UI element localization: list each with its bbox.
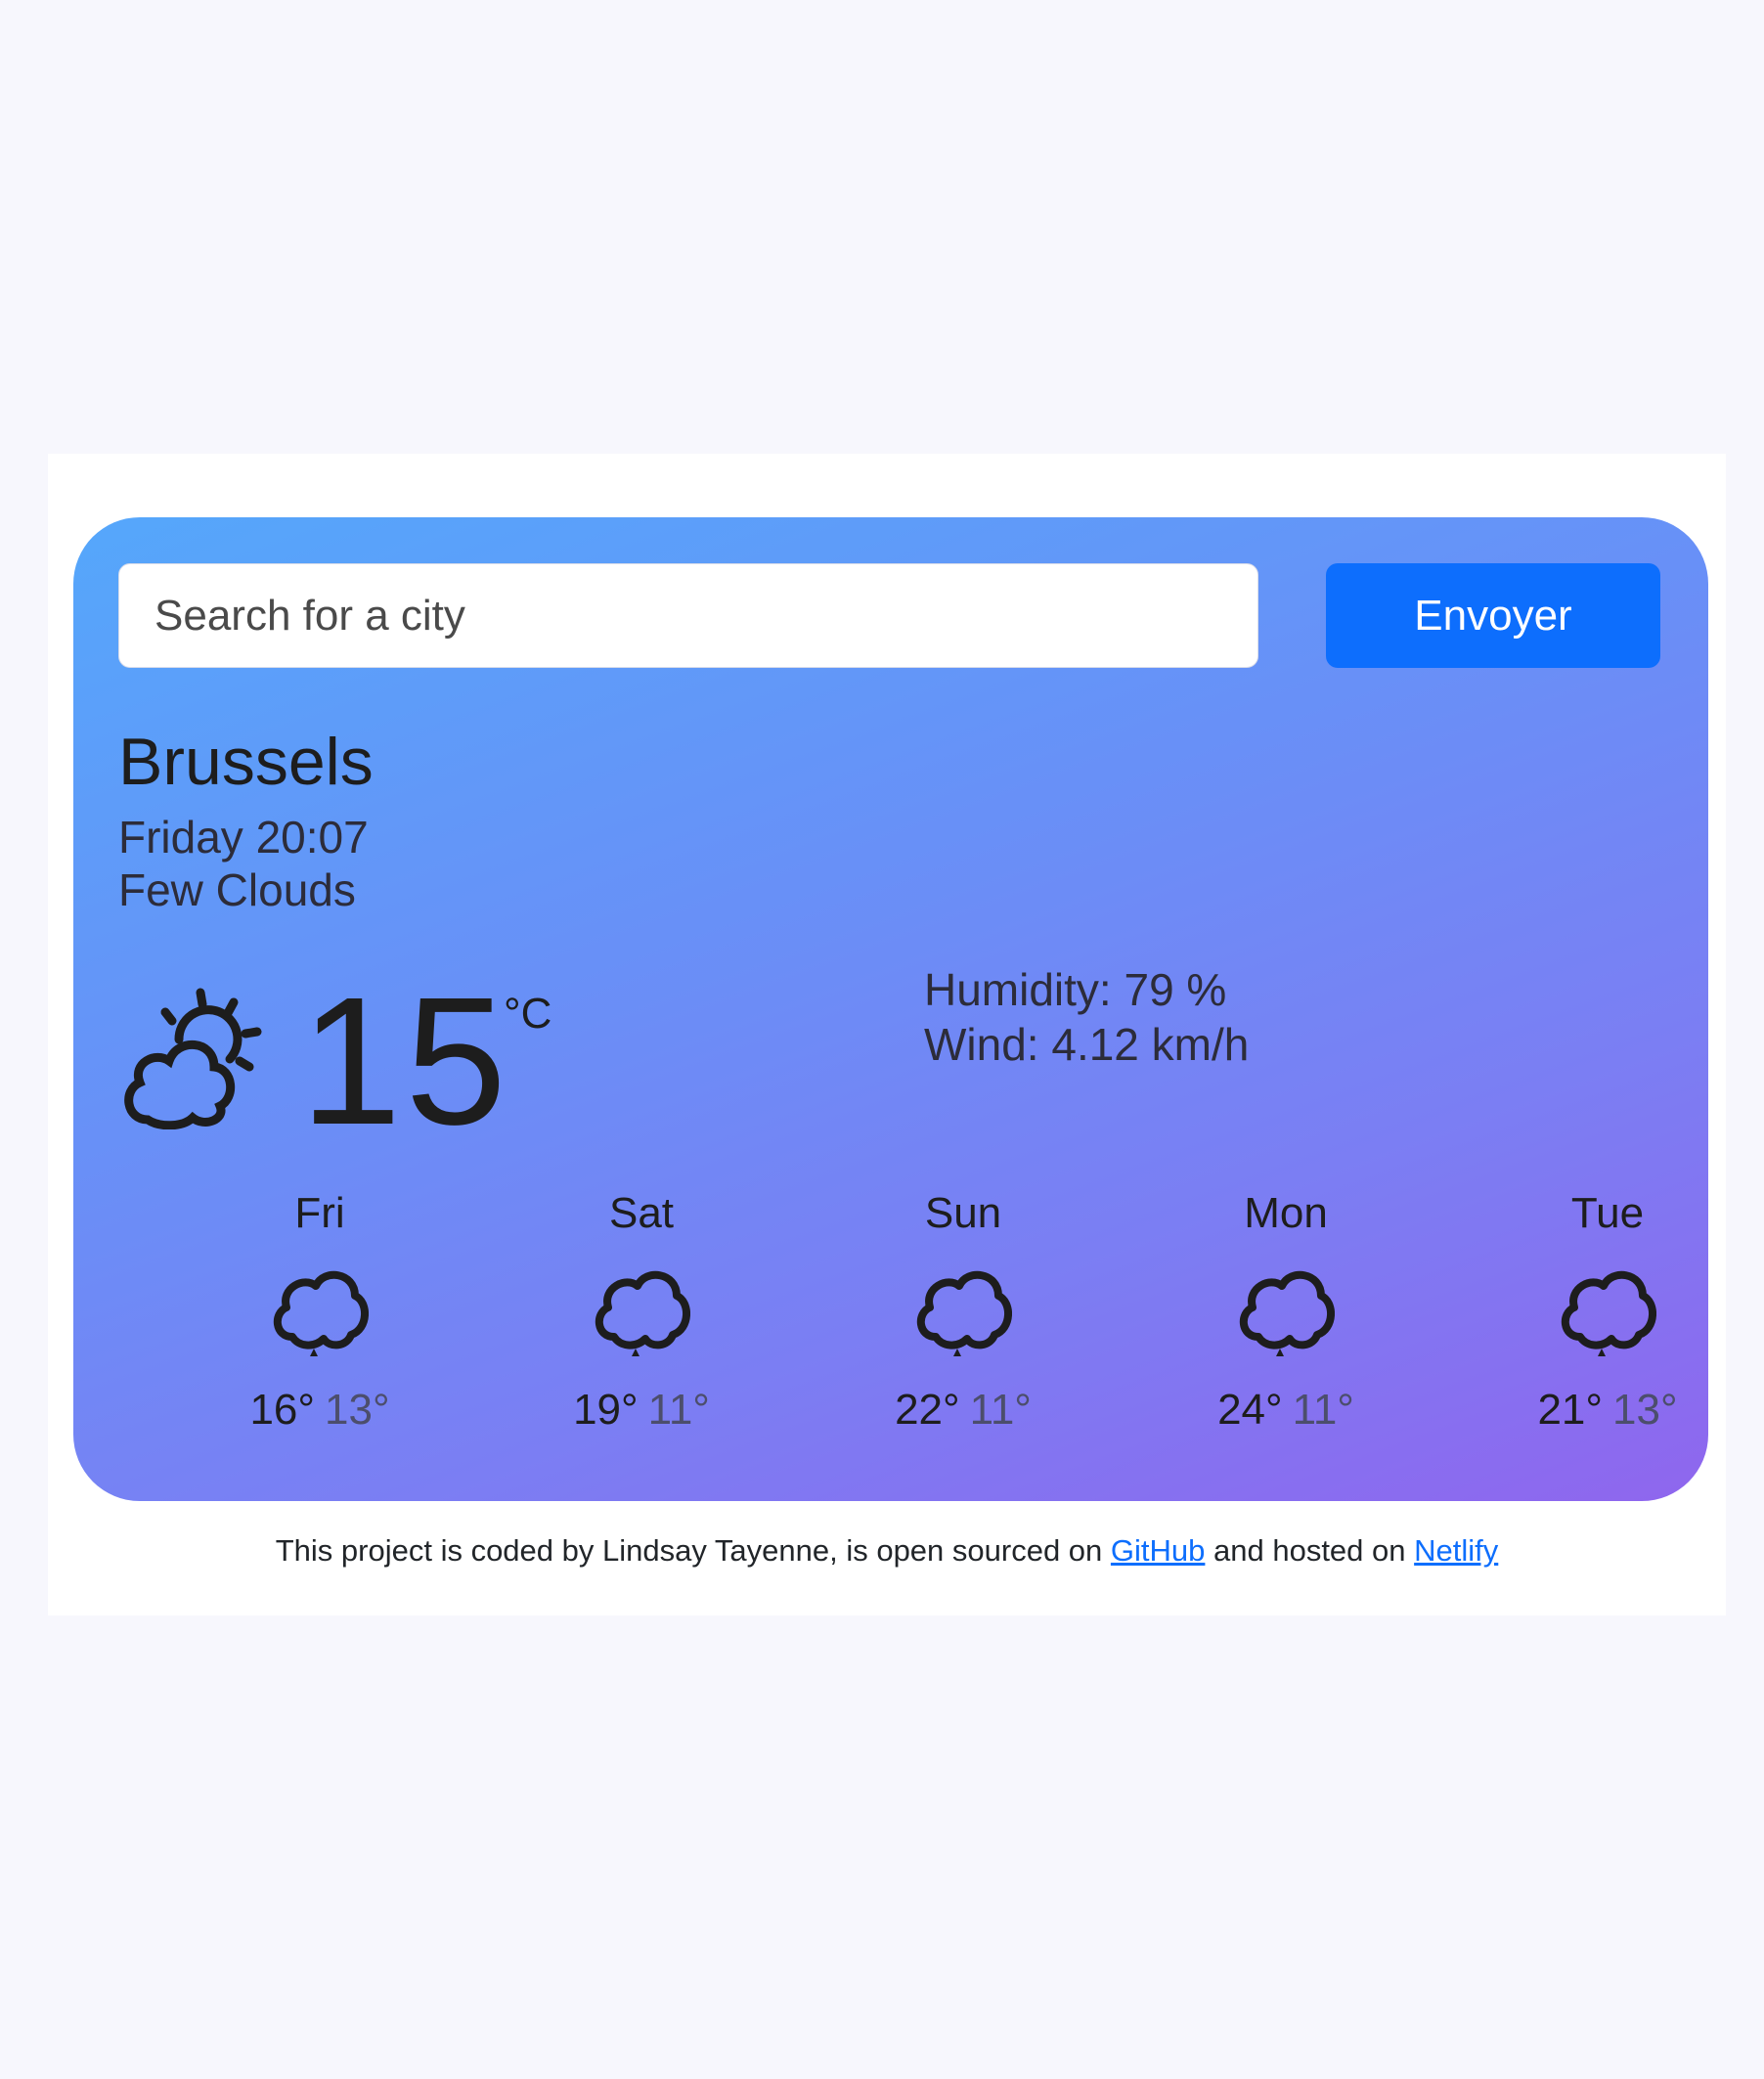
forecast-temps: 21° 13°	[1446, 1389, 1764, 1432]
forecast-day: Sat 19° 11°	[480, 1192, 803, 1456]
footer-text-middle: and hosted on	[1205, 1533, 1415, 1568]
forecast-day-name: Sat	[608, 1189, 675, 1237]
forecast-max-temp: 24°	[1217, 1386, 1283, 1434]
forecast: Fri 16° 13° Sat 19° 11° Sun 22° 11° Mon …	[73, 1192, 1708, 1456]
forecast-day-name: Fri	[294, 1189, 345, 1237]
date-time: Friday 20:07	[118, 812, 369, 863]
forecast-temps: 16° 13°	[158, 1389, 481, 1432]
cloud-rain-icon	[1240, 1270, 1335, 1356]
forecast-day-name: Sun	[924, 1189, 1002, 1237]
submit-button[interactable]: Envoyer	[1326, 563, 1660, 668]
humidity: Humidity: 79 %	[924, 964, 1227, 1015]
forecast-temps: 19° 11°	[480, 1389, 803, 1432]
footer: This project is coded by Lindsay Tayenne…	[48, 1535, 1726, 1566]
forecast-min-temp: 11°	[647, 1386, 710, 1434]
forecast-temps: 22° 11°	[802, 1389, 1125, 1432]
forecast-min-temp: 13°	[325, 1386, 390, 1434]
forecast-day: Fri 16° 13°	[158, 1192, 481, 1456]
forecast-max-temp: 21°	[1537, 1386, 1603, 1434]
forecast-max-temp: 16°	[249, 1386, 315, 1434]
cloud-sun-icon	[124, 988, 262, 1129]
cloud-rain-icon	[595, 1270, 690, 1356]
forecast-day-name: Mon	[1244, 1189, 1328, 1237]
city-name: Brussels	[118, 725, 374, 799]
cloud-rain-icon	[1562, 1270, 1656, 1356]
cloud-rain-icon	[274, 1270, 369, 1356]
forecast-max-temp: 19°	[573, 1386, 639, 1434]
current-temperature: 15	[300, 960, 510, 1163]
weather-description: Few Clouds	[118, 864, 356, 915]
footer-text: This project is coded by Lindsay Tayenne…	[275, 1533, 1111, 1568]
page-container: Envoyer Brussels Friday 20:07 Few Clouds…	[48, 454, 1726, 1615]
forecast-temps: 24° 11°	[1125, 1389, 1447, 1432]
forecast-max-temp: 22°	[895, 1386, 960, 1434]
temperature-unit[interactable]: °C	[504, 993, 551, 1036]
github-link[interactable]: GitHub	[1111, 1533, 1205, 1568]
weather-card: Envoyer Brussels Friday 20:07 Few Clouds…	[73, 517, 1708, 1501]
forecast-day-name: Tue	[1570, 1189, 1645, 1237]
forecast-day: Tue 21° 13°	[1446, 1192, 1764, 1456]
wind-speed: Wind: 4.12 km/h	[924, 1019, 1250, 1070]
forecast-min-temp: 11°	[969, 1386, 1032, 1434]
forecast-min-temp: 13°	[1612, 1386, 1678, 1434]
forecast-day: Mon 24° 11°	[1125, 1192, 1447, 1456]
cloud-rain-icon	[917, 1270, 1012, 1356]
forecast-day: Sun 22° 11°	[802, 1192, 1125, 1456]
search-input[interactable]	[118, 563, 1258, 668]
forecast-min-temp: 11°	[1292, 1386, 1354, 1434]
netlify-link[interactable]: Netlify	[1414, 1533, 1498, 1568]
